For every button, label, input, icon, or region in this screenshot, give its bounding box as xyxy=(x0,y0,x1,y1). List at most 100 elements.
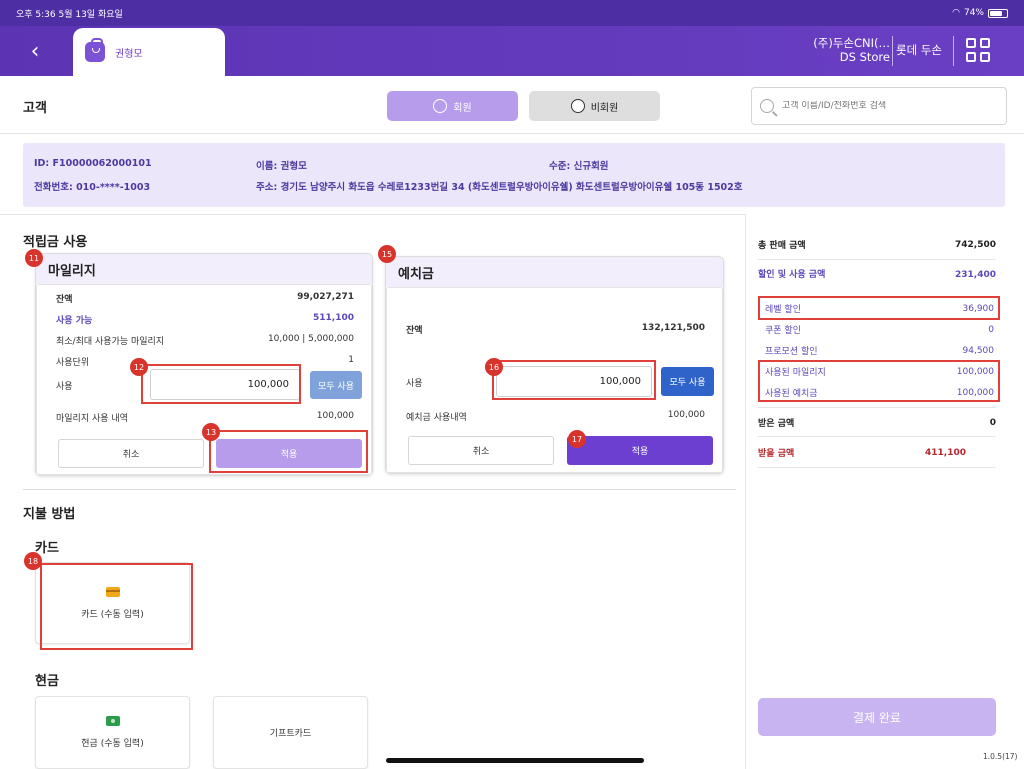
radio-icon xyxy=(433,99,448,113)
summary-to-receive-value: 411,100 xyxy=(925,447,966,458)
non-member-toggle-button[interactable]: 비회원 xyxy=(529,91,660,121)
member-label: 회원 xyxy=(453,102,472,114)
summary-received-row: 받은 금액 0 xyxy=(758,416,996,430)
customer-title: 고객 xyxy=(23,101,47,116)
customer-search-input[interactable] xyxy=(782,101,982,111)
mileage-minmax-label: 최소/최대 사용가능 마일리지 xyxy=(56,337,165,347)
customer-level: 수준: 신규회원 xyxy=(549,161,609,172)
mileage-balance-label: 잔액 xyxy=(56,295,73,305)
mileage-history-value: 100,000 xyxy=(316,411,354,421)
mileage-minmax-row: 최소/최대 사용가능 마일리지 10,000 | 5,000,000 xyxy=(56,334,354,347)
deposit-history-label: 예치금 사용내역 xyxy=(406,413,467,423)
summary-coupon-label: 쿠폰 할인 xyxy=(765,326,801,336)
mileage-use-label: 사용 xyxy=(56,382,73,392)
summary-promo-row: 프로모션 할인 94,500 xyxy=(765,344,995,358)
deposit-balance-row: 잔액 132,121,500 xyxy=(406,323,705,336)
battery-percent: 74% xyxy=(963,8,984,18)
mileage-cancel-button[interactable]: 취소 xyxy=(58,439,204,468)
gift-card-label: 기프트카드 xyxy=(269,729,312,739)
store-name[interactable]: 롯데 두손 xyxy=(896,42,942,58)
summary-to-receive-row: 받을 금액 411,100 xyxy=(758,446,996,460)
deposit-use-label: 사용 xyxy=(406,379,423,389)
tab-customer[interactable]: 권형모 xyxy=(73,28,225,76)
customer-id: ID: F10000062000101 xyxy=(34,158,152,169)
deposit-use-all-button[interactable]: 모두 사용 xyxy=(661,367,714,396)
header-divider xyxy=(892,36,893,66)
annotation-highlight xyxy=(492,360,656,400)
wifi-icon: ◠ xyxy=(952,8,960,18)
radio-icon xyxy=(570,99,585,113)
summary-total-label: 총 판매 금액 xyxy=(758,241,806,251)
gift-card-button[interactable]: 기프트카드 xyxy=(213,696,368,769)
summary-coupon-value: 0 xyxy=(988,324,994,335)
points-section-title: 적립금 사용 xyxy=(23,235,88,250)
annotation-highlight xyxy=(209,430,368,473)
company-name: (주)두손CNI(… xyxy=(813,36,890,50)
mileage-available-row: 사용 가능 511,100 xyxy=(56,313,354,326)
annotation-highlight xyxy=(40,563,193,650)
summary-promo-label: 프로모션 할인 xyxy=(765,347,818,357)
customer-address: 주소: 경기도 남양주시 화도읍 수레로1233번길 34 (화도센트럴우방아이… xyxy=(256,182,743,193)
mileage-available-value: 511,100 xyxy=(313,313,354,323)
mileage-use-all-button[interactable]: 모두 사용 xyxy=(310,371,362,399)
annotation-highlight xyxy=(758,360,1000,402)
divider xyxy=(0,133,1024,134)
summary-promo-value: 94,500 xyxy=(962,345,995,356)
summary-discount-value: 231,400 xyxy=(955,270,996,280)
divider xyxy=(758,407,996,408)
company-info[interactable]: (주)두손CNI(… DS Store xyxy=(813,36,890,64)
annotation-badge: 16 xyxy=(485,358,503,376)
summary-coupon-row: 쿠폰 할인 0 xyxy=(765,323,994,337)
summary-discount-row: 할인 및 사용 금액 231,400 xyxy=(758,269,996,281)
summary-total-value: 742,500 xyxy=(955,239,996,250)
summary-received-value: 0 xyxy=(989,417,996,428)
mileage-available-label: 사용 가능 xyxy=(56,316,93,326)
tab-label: 권형모 xyxy=(115,48,143,60)
mileage-unit-label: 사용단위 xyxy=(56,358,90,368)
payment-title: 지불 방법 xyxy=(23,507,76,522)
deposit-history-row: 예치금 사용내역 100,000 xyxy=(406,410,705,423)
deposit-cancel-button[interactable]: 취소 xyxy=(408,436,554,465)
mileage-balance-row: 잔액 99,027,271 xyxy=(56,292,354,305)
divider xyxy=(758,436,996,437)
annotation-badge: 13 xyxy=(202,423,220,441)
search-icon xyxy=(760,99,774,113)
non-member-label: 비회원 xyxy=(590,102,619,114)
mileage-title: 마일리지 xyxy=(36,254,372,284)
customer-info-band: ID: F10000062000101 이름: 권형모 수준: 신규회원 전화번… xyxy=(23,143,1005,207)
annotation-badge: 17 xyxy=(568,430,586,448)
customer-phone: 전화번호: 010-****-1003 xyxy=(34,182,151,193)
annotation-badge: 18 xyxy=(24,552,42,570)
cash-manual-label: 현금 (수동 입력) xyxy=(81,739,144,749)
deposit-balance-value: 132,121,500 xyxy=(641,323,705,333)
mileage-unit-value: 1 xyxy=(348,355,354,365)
deposit-title: 예치금 xyxy=(386,257,723,287)
grid-menu-icon[interactable] xyxy=(966,38,990,62)
status-bar: 오후 5:36 5월 13일 화요일 ◠ 74% xyxy=(0,0,1024,26)
summary-discount-label: 할인 및 사용 금액 xyxy=(758,270,826,280)
deposit-history-value: 100,000 xyxy=(667,410,705,420)
mileage-minmax-value: 10,000 | 5,000,000 xyxy=(267,334,354,344)
section-divider xyxy=(23,489,736,490)
status-time: 오후 5:36 5월 13일 화요일 xyxy=(16,9,123,20)
status-right: ◠ 74% xyxy=(952,8,1008,18)
cash-manual-button[interactable]: 현금 (수동 입력) xyxy=(35,696,190,769)
annotation-badge: 12 xyxy=(130,358,148,376)
cash-icon xyxy=(105,716,120,726)
battery-fill xyxy=(990,10,1002,16)
mileage-history-row: 마일리지 사용 내역 100,000 xyxy=(56,411,354,424)
customer-search[interactable] xyxy=(751,87,1007,125)
annotation-highlight xyxy=(758,296,1000,320)
deposit-apply-button[interactable]: 적용 xyxy=(567,436,713,465)
payment-complete-button[interactable]: 결제 완료 xyxy=(758,698,996,736)
home-indicator[interactable] xyxy=(386,758,644,763)
app-version: 1.0.5(17) xyxy=(983,752,1018,761)
annotation-badge: 11 xyxy=(25,249,43,267)
back-arrow-icon[interactable]: ‹ xyxy=(20,36,50,66)
annotation-badge: 15 xyxy=(378,245,396,263)
member-toggle-button[interactable]: 회원 xyxy=(387,91,518,121)
cash-section-title: 현금 xyxy=(35,674,59,689)
customer-name: 이름: 권형모 xyxy=(256,161,307,172)
annotation-highlight xyxy=(141,364,301,404)
summary-total-row: 총 판매 금액 742,500 xyxy=(758,238,996,252)
